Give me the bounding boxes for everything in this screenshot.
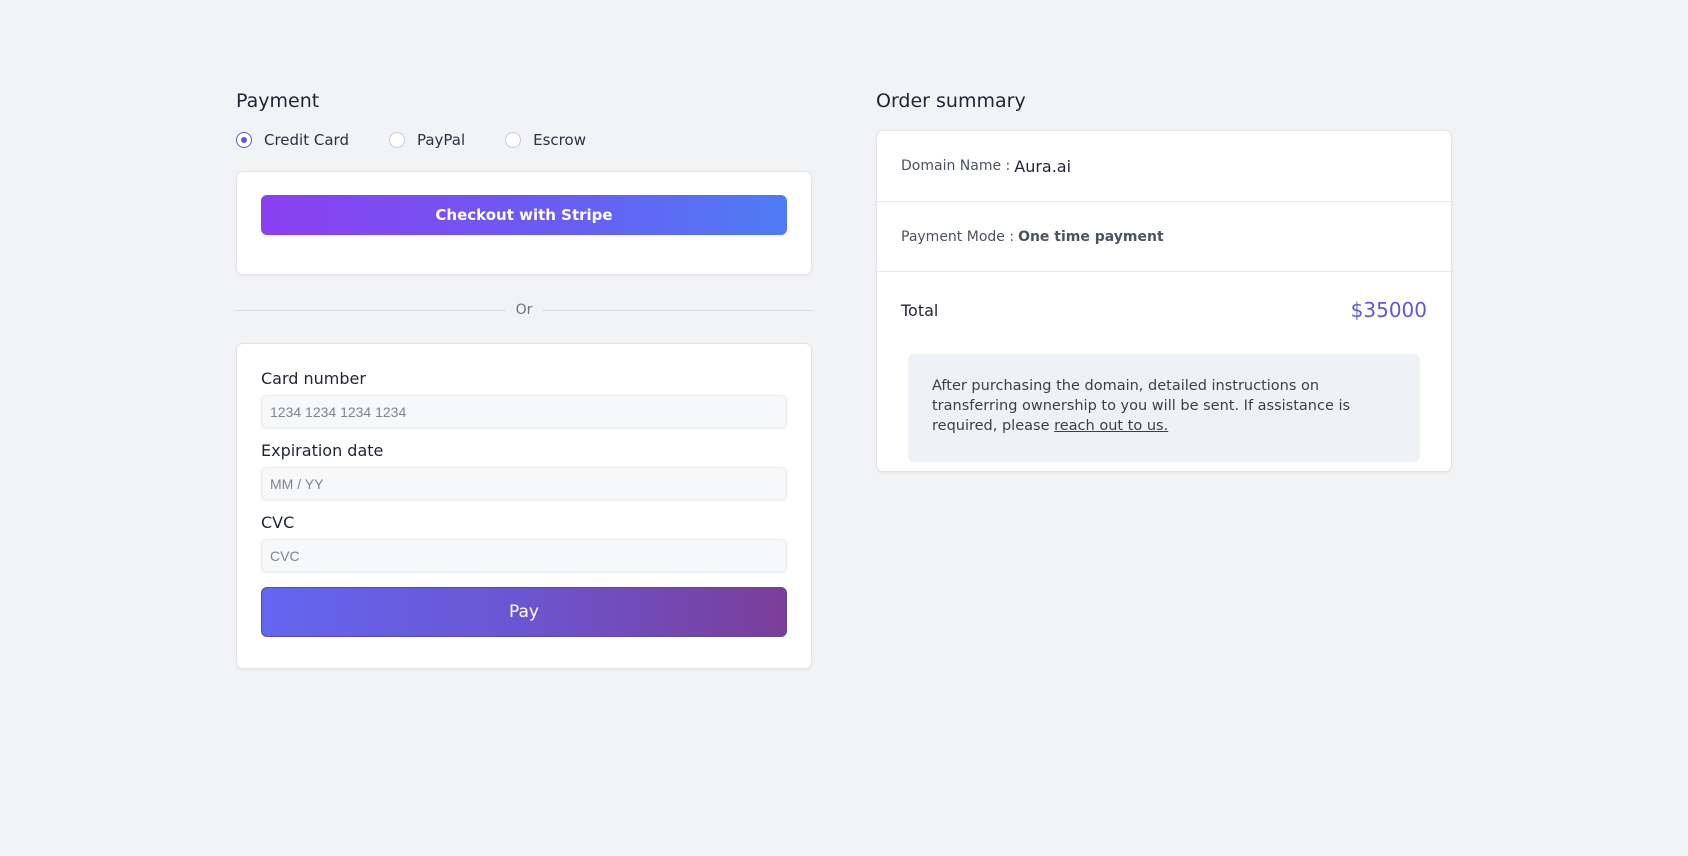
radio-paypal[interactable] (388, 132, 405, 148)
payment-section: Payment Credit Card PayPal Escrow Checko… (236, 88, 812, 669)
payment-mode-value: One time payment (1018, 228, 1164, 245)
divider-line-right (542, 309, 812, 311)
or-divider: Or (236, 301, 812, 319)
total-label: Total (901, 300, 939, 320)
order-summary-card: Domain Name : Aura.ai Payment Mode : One… (876, 130, 1452, 472)
domain-name-label: Domain Name : (901, 158, 1011, 174)
card-form: Card number Expiration date CVC Pay (236, 343, 812, 669)
method-paypal[interactable]: PayPal (388, 131, 466, 149)
card-number-group: Card number (261, 368, 787, 428)
method-paypal-label: PayPal (416, 131, 466, 149)
method-escrow-label: Escrow (533, 131, 586, 149)
expiration-label: Expiration date (261, 441, 384, 460)
order-summary-title: Order summary (876, 90, 1026, 112)
radio-credit-card[interactable] (236, 132, 252, 148)
total-row: Total $35000 (877, 272, 1451, 348)
method-credit-card[interactable]: Credit Card (236, 131, 349, 149)
reach-out-link[interactable]: reach out to us. (1054, 418, 1168, 434)
transfer-notice: After purchasing the domain, detailed in… (908, 354, 1420, 462)
pay-button[interactable]: Pay (261, 587, 787, 637)
radio-escrow[interactable] (505, 132, 522, 148)
method-escrow[interactable]: Escrow (505, 131, 586, 149)
card-number-label: Card number (261, 369, 366, 388)
total-value: $35000 (1350, 298, 1427, 322)
payment-title: Payment (236, 90, 320, 112)
domain-name-value: Aura.ai (1014, 156, 1072, 176)
method-credit-card-label: Credit Card (264, 131, 349, 149)
divider-text: Or (515, 302, 533, 318)
payment-method-group: Credit Card PayPal Escrow (236, 129, 812, 151)
order-summary-section: Order summary Domain Name : Aura.ai Paym… (876, 88, 1452, 472)
payment-mode-row: Payment Mode : One time payment (877, 202, 1451, 272)
expiration-input[interactable] (261, 467, 787, 500)
checkout-with-stripe-button[interactable]: Checkout with Stripe (261, 195, 787, 235)
card-number-input[interactable] (261, 395, 787, 428)
domain-name-row: Domain Name : Aura.ai (877, 131, 1451, 202)
expiration-group: Expiration date (261, 440, 787, 500)
stripe-card: Checkout with Stripe (236, 171, 812, 275)
payment-mode-label: Payment Mode : (901, 228, 1015, 245)
cvc-input[interactable] (261, 539, 787, 572)
divider-line-left (236, 309, 506, 311)
cvc-group: CVC (261, 512, 787, 572)
cvc-label: CVC (261, 513, 295, 532)
